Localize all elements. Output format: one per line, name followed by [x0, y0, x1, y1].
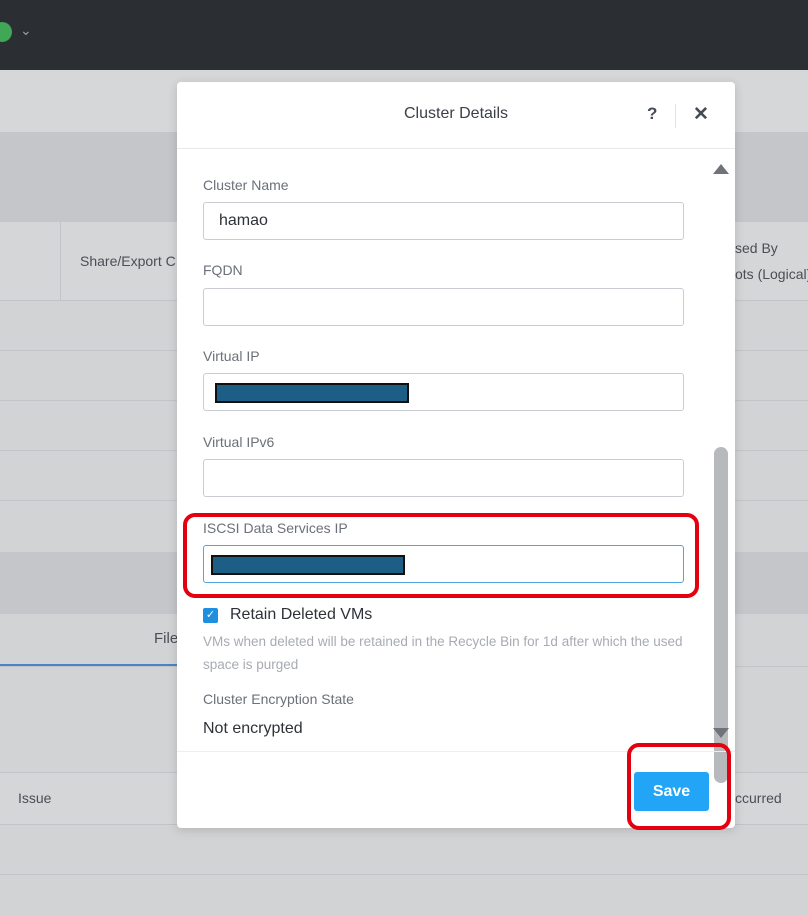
- cluster-encryption-label: Cluster Encryption State: [203, 691, 354, 707]
- cluster-name-input[interactable]: hamao: [203, 202, 684, 240]
- table-row-divider: [0, 874, 808, 875]
- cluster-encryption-value: Not encrypted: [203, 720, 303, 737]
- retain-deleted-vms-label[interactable]: Retain Deleted VMs: [230, 606, 372, 624]
- virtual-ipv6-label: Virtual IPv6: [203, 434, 275, 450]
- close-icon[interactable]: ✕: [693, 103, 709, 126]
- header-divider: [675, 104, 676, 128]
- cluster-name-label: Cluster Name: [203, 177, 289, 193]
- scroll-up-arrow-icon[interactable]: [713, 164, 729, 174]
- dialog-header: Cluster Details ? ✕: [177, 82, 735, 149]
- retain-deleted-vms-helper: VMs when deleted will be retained in the…: [203, 634, 683, 672]
- app-logo-icon[interactable]: [0, 22, 12, 42]
- column-header-issue: Issue: [18, 790, 52, 806]
- scroll-down-arrow-icon[interactable]: [713, 728, 729, 738]
- virtual-ip-input[interactable]: [203, 373, 684, 411]
- help-icon[interactable]: ?: [647, 104, 657, 124]
- virtual-ipv6-input[interactable]: [203, 459, 684, 497]
- fqdn-label: FQDN: [203, 262, 243, 278]
- column-divider: [60, 222, 61, 300]
- chevron-down-icon[interactable]: ⌄: [20, 22, 32, 39]
- retain-deleted-vms-checkbox[interactable]: ✓: [203, 608, 218, 623]
- iscsi-field-highlight: [183, 513, 699, 598]
- column-header-share-export: Share/Export C: [80, 253, 176, 269]
- cluster-details-dialog: Cluster Details ? ✕ Cluster Name hamao F…: [177, 82, 735, 828]
- dialog-body: Cluster Name hamao FQDN Virtual IP Virtu…: [177, 150, 735, 783]
- redacted-value: [215, 383, 409, 403]
- tab-files[interactable]: File: [154, 630, 178, 647]
- column-header-used-by: sed By: [735, 240, 778, 256]
- column-header-used-by-logical: ots (Logical): [735, 266, 808, 282]
- column-header-occurred: ccurred: [735, 790, 782, 806]
- top-navigation-bar: ⌄: [0, 0, 808, 70]
- fqdn-input[interactable]: [203, 288, 684, 326]
- virtual-ip-label: Virtual IP: [203, 348, 260, 364]
- save-button-highlight: [627, 743, 731, 830]
